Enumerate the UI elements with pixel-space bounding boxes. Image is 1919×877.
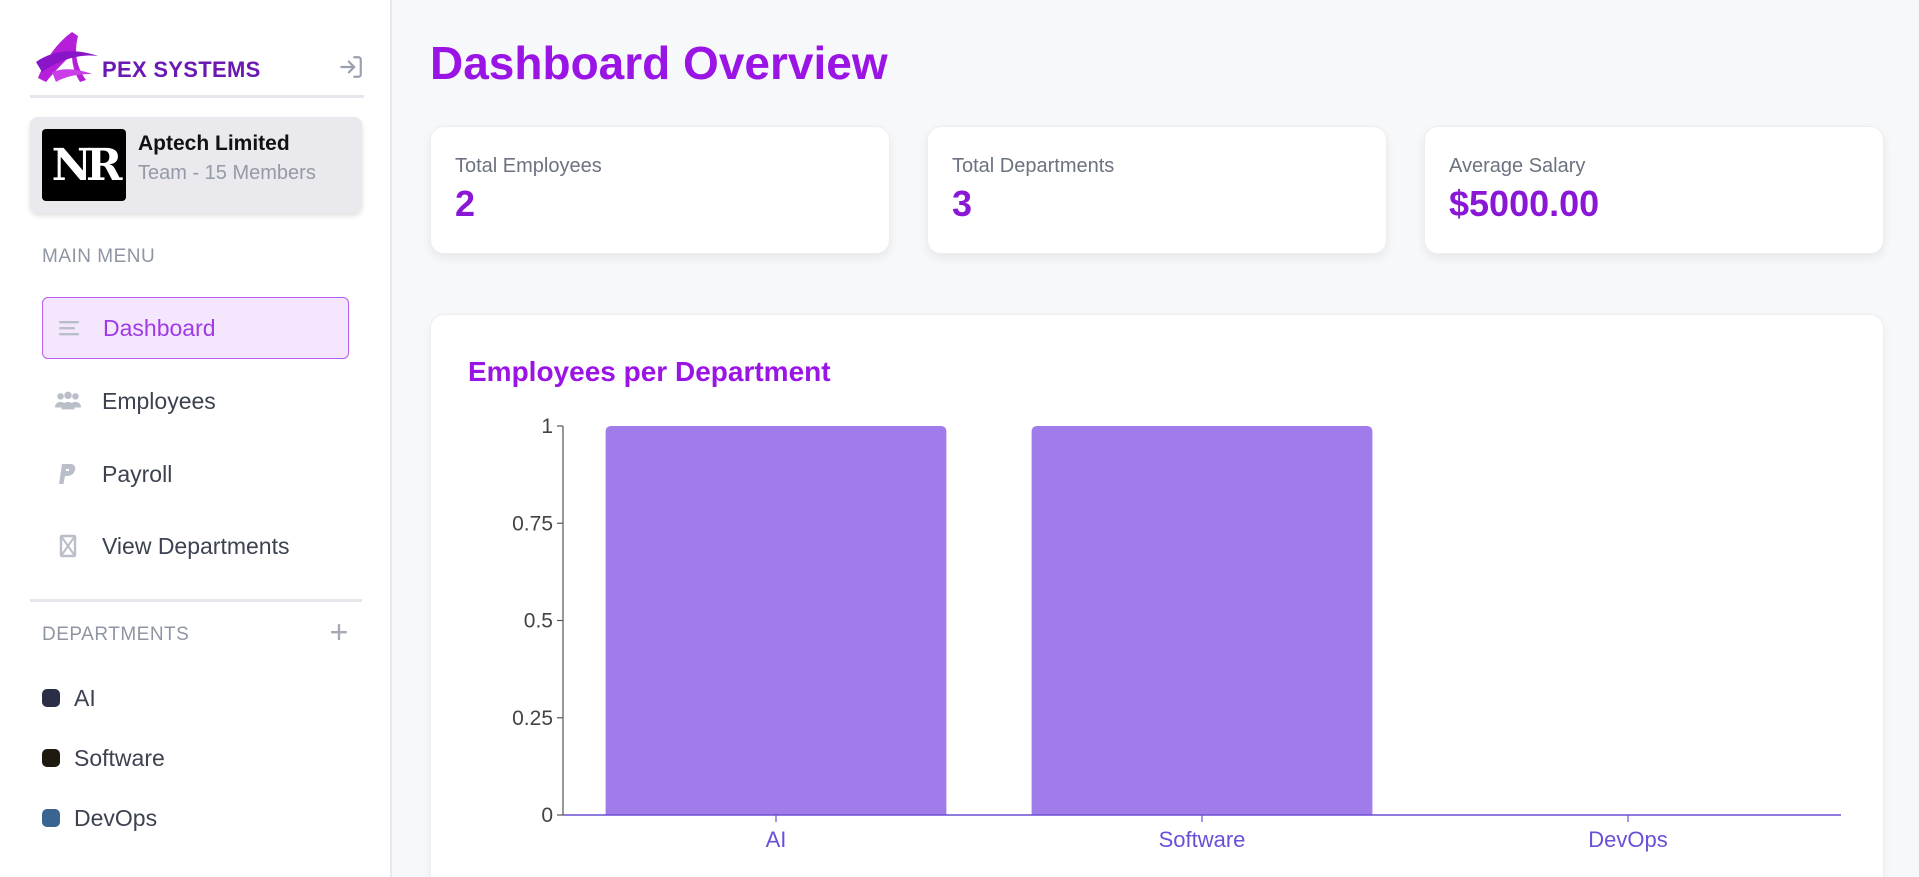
y-tick-label: 0 — [541, 804, 553, 827]
stat-label: Total Departments — [952, 155, 1115, 177]
page-title: Dashboard Overview — [430, 37, 888, 89]
apex-logo — [36, 32, 98, 82]
stat-card-average-salary: Average Salary $5000.00 — [1424, 126, 1884, 254]
sidebar-item-label: Payroll — [102, 460, 173, 487]
dept-color-dot — [42, 689, 60, 707]
team-avatar: NR — [42, 129, 126, 201]
dept-color-dot — [42, 749, 60, 767]
stat-card-total-employees: Total Employees 2 — [430, 126, 890, 254]
main-menu-label: MAIN MENU — [42, 246, 156, 267]
team-name: Aptech Limited — [138, 132, 290, 155]
chart-card: Employees per Department 0 0.25 0.5 0.75 1 AI… — [430, 314, 1884, 877]
bar-chart: 0 0.25 0.5 0.75 1 AI Software DevOps — [512, 415, 1841, 852]
stat-label: Average Salary — [1449, 155, 1586, 177]
sidebar-item-label: Employees — [102, 387, 216, 414]
plus-icon[interactable]: + — [324, 616, 354, 648]
brand-name: PEX SYSTEMS — [102, 57, 261, 82]
sidebar-dept-software[interactable]: Software — [42, 741, 165, 775]
team-card[interactable]: NR Aptech Limited Team - 15 Members — [30, 117, 362, 213]
stat-label: Total Employees — [455, 155, 602, 177]
dept-color-dot — [42, 809, 60, 827]
sidebar-dept-devops[interactable]: DevOps — [42, 801, 157, 835]
stat-value: 3 — [952, 183, 973, 224]
sidebar-item-label: View Departments — [102, 532, 290, 559]
departments-label: DEPARTMENTS — [42, 624, 190, 645]
dept-label: AI — [74, 684, 96, 711]
brand: PEX SYSTEMS — [30, 28, 364, 98]
x-tick-label: DevOps — [1588, 827, 1667, 852]
dept-label: Software — [74, 744, 165, 771]
x-tick-label: AI — [766, 827, 787, 852]
lines-icon — [55, 314, 83, 342]
sidebar-item-view-departments[interactable]: View Departments — [42, 515, 349, 577]
building-icon — [54, 532, 82, 560]
stat-card-total-departments: Total Departments 3 — [927, 126, 1387, 254]
bar — [605, 426, 947, 815]
dept-label: DevOps — [74, 804, 158, 831]
y-tick-label: 0.75 — [512, 512, 553, 535]
team-subtitle: Team - 15 Members — [138, 162, 316, 184]
y-tick-label: 1 — [541, 415, 553, 438]
users-icon — [54, 387, 82, 415]
y-tick-label: 0.25 — [512, 707, 553, 730]
x-tick-label: Software — [1159, 827, 1246, 852]
sidebar-dept-ai[interactable]: AI — [42, 681, 96, 715]
sidebar-item-payroll[interactable]: Payroll — [42, 443, 349, 505]
y-tick-label: 0.5 — [524, 610, 553, 633]
stat-value: 2 — [455, 183, 476, 224]
stat-value: $5000.00 — [1449, 183, 1600, 224]
sidebar: PEX SYSTEMS NR Aptech Limited Team - 15 … — [0, 0, 392, 877]
bar — [1031, 426, 1373, 815]
sign-in-icon[interactable] — [338, 54, 364, 80]
sidebar-item-label: Dashboard — [103, 314, 216, 341]
sidebar-item-employees[interactable]: Employees — [42, 370, 349, 432]
sidebar-divider — [30, 599, 362, 602]
paypal-icon — [54, 460, 82, 488]
sidebar-item-dashboard[interactable]: Dashboard — [42, 297, 349, 359]
